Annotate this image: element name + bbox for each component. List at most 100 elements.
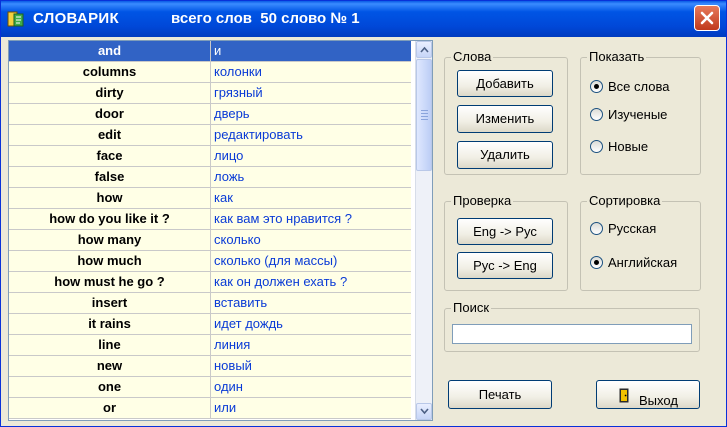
translation-cell[interactable]: вставить bbox=[211, 293, 411, 313]
dictionary-window: СЛОВАРИК всего слов 50 слово № 1 and и col… bbox=[0, 0, 727, 427]
translation-cell[interactable]: и bbox=[211, 41, 411, 61]
exit-button-label: Выход bbox=[639, 393, 678, 408]
translation-cell[interactable]: лицо bbox=[211, 146, 411, 166]
table-row[interactable]: columns колонки bbox=[9, 62, 411, 83]
scroll-up-arrow-icon bbox=[420, 46, 429, 53]
scroll-down-button[interactable] bbox=[416, 403, 432, 420]
search-group-title: Поиск bbox=[451, 300, 492, 316]
english-word-cell[interactable]: face bbox=[9, 146, 211, 166]
add-word-button[interactable]: Добавить bbox=[457, 70, 553, 97]
translation-cell[interactable]: линия bbox=[211, 335, 411, 355]
show-filter-group-title: Показать bbox=[587, 49, 647, 65]
translation-cell[interactable]: сколько (для массы) bbox=[211, 251, 411, 271]
table-row[interactable]: line линия bbox=[9, 335, 411, 356]
english-word-cell[interactable]: columns bbox=[9, 62, 211, 82]
scroll-thumb-grip bbox=[421, 116, 428, 117]
radio-label: Изученые bbox=[608, 107, 668, 122]
close-icon bbox=[700, 11, 714, 25]
english-word-cell[interactable]: false bbox=[9, 167, 211, 187]
search-input[interactable] bbox=[452, 324, 692, 344]
table-row[interactable]: false ложь bbox=[9, 167, 411, 188]
english-word-cell[interactable]: or bbox=[9, 398, 211, 418]
table-row[interactable]: how как bbox=[9, 188, 411, 209]
translation-cell[interactable]: как вам это нравится ? bbox=[211, 209, 411, 229]
app-icon bbox=[7, 11, 24, 27]
word-table[interactable]: and и columns колонки dirty грязный door дверь e… bbox=[8, 40, 433, 421]
table-row[interactable]: how must he go ? как он должен ехать ? bbox=[9, 272, 411, 293]
translation-cell[interactable]: один bbox=[211, 377, 411, 397]
table-row[interactable]: face лицо bbox=[9, 146, 411, 167]
table-row[interactable]: and и bbox=[9, 41, 411, 62]
radio-button-icon bbox=[590, 80, 603, 93]
radio-label: Новые bbox=[608, 139, 649, 154]
table-row[interactable]: how do you like it ? как вам это нравится… bbox=[9, 209, 411, 230]
table-row[interactable]: new новый bbox=[9, 356, 411, 377]
scroll-thumb-grip bbox=[421, 119, 428, 120]
radio-button-icon bbox=[590, 256, 603, 269]
table-row[interactable]: how many сколько bbox=[9, 230, 411, 251]
scroll-thumb[interactable] bbox=[416, 59, 432, 171]
check-group-title: Проверка bbox=[451, 193, 514, 209]
radio-label: Русская bbox=[608, 221, 657, 236]
translation-cell[interactable]: грязный bbox=[211, 83, 411, 103]
word-count-status: всего слов 50 слово № 1 bbox=[171, 10, 360, 27]
radio-button-icon bbox=[590, 108, 603, 121]
check-group: Проверка Eng -> Рус Рус -> Eng bbox=[444, 193, 568, 291]
translation-cell[interactable]: как bbox=[211, 188, 411, 208]
table-row[interactable]: dirty грязный bbox=[9, 83, 411, 104]
translation-cell[interactable]: идет дождь bbox=[211, 314, 411, 334]
scroll-thumb-grip bbox=[421, 110, 428, 111]
translation-cell[interactable]: новый bbox=[211, 356, 411, 376]
sort-group-title: Сортировка bbox=[587, 193, 663, 209]
edit-word-button[interactable]: Изменить bbox=[457, 105, 553, 133]
radio-label: Английская bbox=[608, 255, 678, 270]
scroll-up-button[interactable] bbox=[416, 41, 432, 58]
table-row[interactable]: insert вставить bbox=[9, 293, 411, 314]
table-row[interactable]: it rains идет дождь bbox=[9, 314, 411, 335]
english-word-cell[interactable]: insert bbox=[9, 293, 211, 313]
scroll-down-arrow-icon bbox=[420, 408, 429, 415]
table-row[interactable]: or или bbox=[9, 398, 411, 419]
english-word-cell[interactable]: dirty bbox=[9, 83, 211, 103]
table-row[interactable]: one один bbox=[9, 377, 411, 398]
table-row[interactable]: how much сколько (для массы) bbox=[9, 251, 411, 272]
translation-cell[interactable]: ложь bbox=[211, 167, 411, 187]
exit-button[interactable]: Выход bbox=[596, 380, 700, 409]
english-word-cell[interactable]: how must he go ? bbox=[9, 272, 211, 292]
translation-cell[interactable]: колонки bbox=[211, 62, 411, 82]
vertical-scrollbar[interactable] bbox=[415, 41, 432, 420]
radio-button-icon bbox=[590, 222, 603, 235]
words-group-title: Слова bbox=[451, 49, 494, 65]
english-word-cell[interactable]: how many bbox=[9, 230, 211, 250]
radio-label: Все слова bbox=[608, 79, 670, 94]
english-word-cell[interactable]: it rains bbox=[9, 314, 211, 334]
words-group: Слова Добавить Изменить Удалить bbox=[444, 49, 568, 175]
english-word-cell[interactable]: and bbox=[9, 41, 211, 61]
search-group: Поиск bbox=[444, 300, 700, 352]
scroll-thumb-grip bbox=[421, 113, 428, 114]
print-button[interactable]: Печать bbox=[448, 380, 552, 409]
translation-cell[interactable]: дверь bbox=[211, 104, 411, 124]
english-word-cell[interactable]: how bbox=[9, 188, 211, 208]
english-word-cell[interactable]: new bbox=[9, 356, 211, 376]
english-word-cell[interactable]: door bbox=[9, 104, 211, 124]
rus-to-eng-button[interactable]: Рус -> Eng bbox=[457, 252, 553, 279]
translation-cell[interactable]: редактировать bbox=[211, 125, 411, 145]
table-row[interactable]: door дверь bbox=[9, 104, 411, 125]
english-word-cell[interactable]: line bbox=[9, 335, 211, 355]
english-word-cell[interactable]: how do you like it ? bbox=[9, 209, 211, 229]
delete-word-button[interactable]: Удалить bbox=[457, 141, 553, 169]
translation-cell[interactable]: или bbox=[211, 398, 411, 418]
english-word-cell[interactable]: how much bbox=[9, 251, 211, 271]
sort-group: Сортировка Русская Английская bbox=[580, 193, 701, 291]
translation-cell[interactable]: как он должен ехать ? bbox=[211, 272, 411, 292]
close-button[interactable] bbox=[694, 5, 720, 31]
translation-cell[interactable]: сколько bbox=[211, 230, 411, 250]
app-title: СЛОВАРИК bbox=[33, 10, 119, 27]
table-row[interactable]: edit редактировать bbox=[9, 125, 411, 146]
english-word-cell[interactable]: one bbox=[9, 377, 211, 397]
english-word-cell[interactable]: edit bbox=[9, 125, 211, 145]
title-bar[interactable]: СЛОВАРИК всего слов 50 слово № 1 bbox=[1, 1, 726, 37]
door-exit-icon bbox=[619, 388, 629, 403]
eng-to-rus-button[interactable]: Eng -> Рус bbox=[457, 218, 553, 245]
